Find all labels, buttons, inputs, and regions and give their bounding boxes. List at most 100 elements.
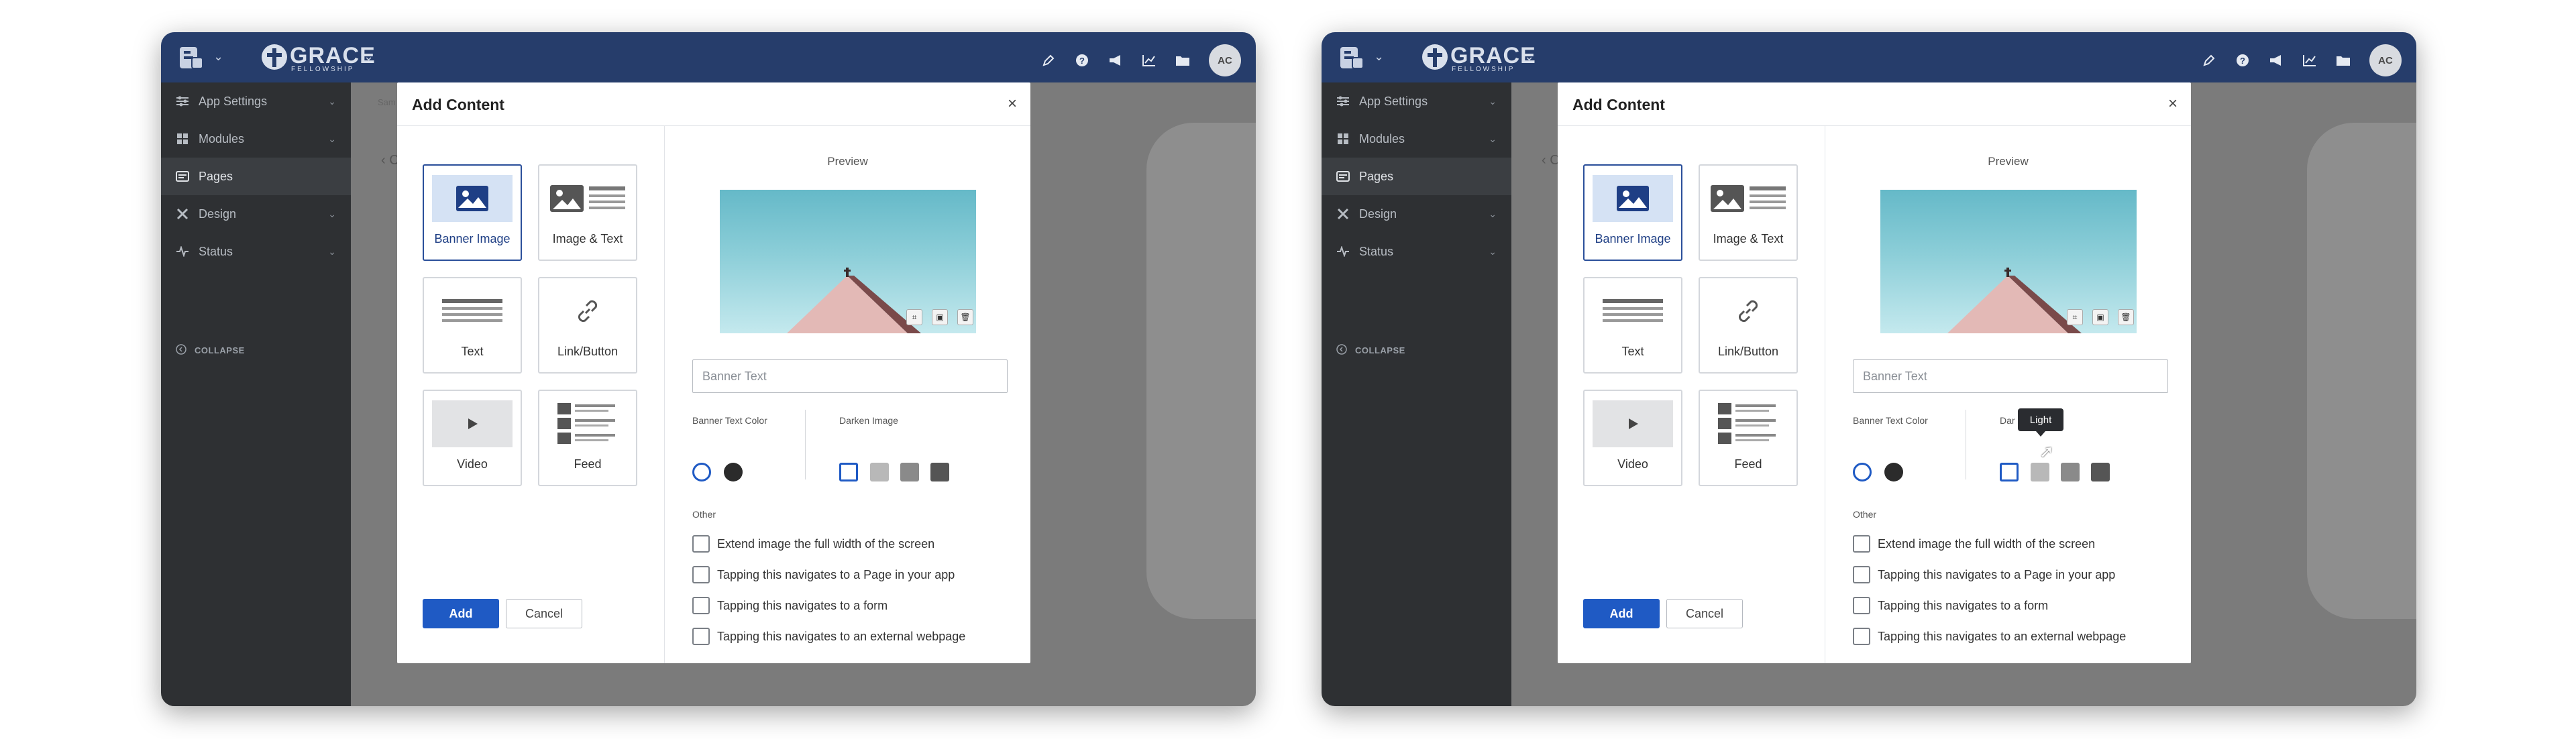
feed-icon bbox=[547, 400, 628, 447]
tile-feed[interactable]: Feed bbox=[1699, 390, 1798, 486]
avatar[interactable]: AC bbox=[1209, 44, 1241, 76]
folder-icon[interactable] bbox=[1175, 53, 1190, 68]
megaphone-icon[interactable] bbox=[1108, 53, 1123, 68]
option-checkbox-page[interactable] bbox=[692, 566, 710, 583]
sidebar-item-modules[interactable]: Modules ⌄ bbox=[1322, 120, 1511, 158]
tile-label: Image & Text bbox=[1713, 232, 1784, 245]
tile-banner-image[interactable]: Banner Image bbox=[1583, 164, 1682, 261]
sidebar-item-pages[interactable]: Pages bbox=[1322, 158, 1511, 195]
crop-icon[interactable]: ⌗ bbox=[906, 309, 922, 325]
sidebar-item-label: App Settings bbox=[199, 94, 268, 108]
avatar[interactable]: AC bbox=[2369, 44, 2402, 76]
sidebar-item-modules[interactable]: Modules ⌄ bbox=[161, 120, 351, 158]
cancel-button[interactable]: Cancel bbox=[1666, 599, 1743, 628]
analytics-icon[interactable] bbox=[1142, 53, 1157, 68]
text-color-black[interactable] bbox=[1884, 463, 1903, 481]
sidebar-item-label: Pages bbox=[1359, 169, 1394, 183]
option-checkbox-form[interactable] bbox=[692, 597, 710, 614]
darken-light[interactable] bbox=[2031, 463, 2049, 481]
tile-label: Banner Image bbox=[434, 232, 511, 245]
tile-link-button[interactable]: Link/Button bbox=[1699, 277, 1798, 374]
text-color-black[interactable] bbox=[724, 463, 743, 481]
option-label: Tapping this navigates to a form bbox=[717, 599, 888, 612]
option-checkbox-full-width[interactable] bbox=[1853, 535, 1870, 553]
design-tools-icon bbox=[1336, 207, 1350, 221]
svg-text:?: ? bbox=[1079, 56, 1085, 66]
tile-banner-image[interactable]: Banner Image bbox=[423, 164, 522, 261]
phone-preview bbox=[2307, 123, 2416, 619]
screenshot-panel-1: ⌄ GRACE FELLOWSHIP ⌄ ? AC App Settings ⌄… bbox=[161, 32, 1256, 706]
banner-text-input[interactable]: Banner Text bbox=[1853, 359, 2168, 393]
chevron-down-icon: ⌄ bbox=[328, 208, 336, 219]
sidebar: App Settings ⌄ Modules ⌄ Pages Design ⌄ … bbox=[1322, 82, 1511, 706]
option-checkbox-webpage[interactable] bbox=[1853, 628, 1870, 645]
folder-icon[interactable] bbox=[2336, 53, 2351, 68]
darken-dark[interactable] bbox=[930, 463, 949, 481]
help-icon[interactable]: ? bbox=[1075, 53, 1089, 68]
tile-text[interactable]: Text bbox=[423, 277, 522, 374]
tile-image-and-text[interactable]: Image & Text bbox=[538, 164, 637, 261]
sidebar-item-app-settings[interactable]: App Settings ⌄ bbox=[1322, 82, 1511, 120]
darken-none[interactable] bbox=[2000, 463, 2019, 481]
tile-video[interactable]: Video bbox=[1583, 390, 1682, 486]
edit-icon[interactable] bbox=[1041, 53, 1056, 68]
sliders-icon bbox=[1336, 95, 1350, 108]
collapse-label: COLLAPSE bbox=[1355, 345, 1405, 355]
banner-text-input[interactable]: Banner Text bbox=[692, 359, 1008, 393]
option-checkbox-page[interactable] bbox=[1853, 566, 1870, 583]
tile-image-and-text[interactable]: Image & Text bbox=[1699, 164, 1798, 261]
chevron-down-icon[interactable]: ⌄ bbox=[213, 50, 223, 64]
add-button[interactable]: Add bbox=[1583, 599, 1660, 628]
option-checkbox-webpage[interactable] bbox=[692, 628, 710, 645]
app-switcher-icon[interactable] bbox=[177, 43, 207, 72]
tile-video[interactable]: Video bbox=[423, 390, 522, 486]
edit-icon[interactable] bbox=[2202, 53, 2216, 68]
tile-label: Link/Button bbox=[1717, 345, 1779, 358]
text-color-white[interactable] bbox=[692, 463, 711, 481]
option-checkbox-form[interactable] bbox=[1853, 597, 1870, 614]
close-icon[interactable]: × bbox=[1008, 95, 1017, 113]
app-switcher-icon[interactable] bbox=[1338, 43, 1367, 72]
grid-icon bbox=[1336, 132, 1350, 146]
option-checkbox-full-width[interactable] bbox=[692, 535, 710, 553]
delete-icon[interactable]: 🗑 bbox=[957, 309, 973, 325]
darken-light[interactable] bbox=[870, 463, 889, 481]
other-label: Other bbox=[692, 509, 716, 520]
chevron-down-icon[interactable]: ⌄ bbox=[1374, 50, 1384, 64]
add-button[interactable]: Add bbox=[423, 599, 499, 628]
tile-label: Image & Text bbox=[552, 232, 623, 245]
chevron-down-icon[interactable]: ⌄ bbox=[1524, 50, 1534, 64]
dialog-header: Add Content × bbox=[1558, 82, 2191, 126]
tile-text[interactable]: Text bbox=[1583, 277, 1682, 374]
text-color-white[interactable] bbox=[1853, 463, 1872, 481]
sidebar-item-design[interactable]: Design ⌄ bbox=[161, 195, 351, 233]
close-icon[interactable]: × bbox=[2168, 95, 2178, 113]
darken-medium[interactable] bbox=[900, 463, 919, 481]
sidebar-item-pages[interactable]: Pages bbox=[161, 158, 351, 195]
darken-medium[interactable] bbox=[2061, 463, 2080, 481]
cancel-button[interactable]: Cancel bbox=[506, 599, 582, 628]
darken-none[interactable] bbox=[839, 463, 858, 481]
tile-feed[interactable]: Feed bbox=[538, 390, 637, 486]
collapse-button[interactable]: COLLAPSE bbox=[176, 344, 245, 357]
sidebar-item-status[interactable]: Status ⌄ bbox=[161, 233, 351, 270]
sidebar-item-label: Design bbox=[1359, 207, 1397, 221]
chevron-down-icon[interactable]: ⌄ bbox=[364, 50, 374, 64]
tile-link-button[interactable]: Link/Button bbox=[538, 277, 637, 374]
chevron-down-icon: ⌄ bbox=[1489, 208, 1497, 219]
help-icon[interactable]: ? bbox=[2235, 53, 2250, 68]
megaphone-icon[interactable] bbox=[2269, 53, 2284, 68]
crop-icon[interactable]: ⌗ bbox=[2067, 309, 2083, 325]
replace-image-icon[interactable]: ▣ bbox=[2092, 309, 2108, 325]
sidebar-item-status[interactable]: Status ⌄ bbox=[1322, 233, 1511, 270]
analytics-icon[interactable] bbox=[2302, 53, 2317, 68]
replace-image-icon[interactable]: ▣ bbox=[932, 309, 948, 325]
darken-dark[interactable] bbox=[2091, 463, 2110, 481]
divider bbox=[805, 410, 806, 479]
sidebar-item-design[interactable]: Design ⌄ bbox=[1322, 195, 1511, 233]
content-type-picker: Banner Image Image & Text Text Link/Butt… bbox=[397, 125, 665, 663]
collapse-button[interactable]: COLLAPSE bbox=[1336, 344, 1405, 357]
sidebar-item-app-settings[interactable]: App Settings ⌄ bbox=[161, 82, 351, 120]
delete-icon[interactable]: 🗑 bbox=[2118, 309, 2134, 325]
tile-label: Text bbox=[461, 345, 484, 358]
